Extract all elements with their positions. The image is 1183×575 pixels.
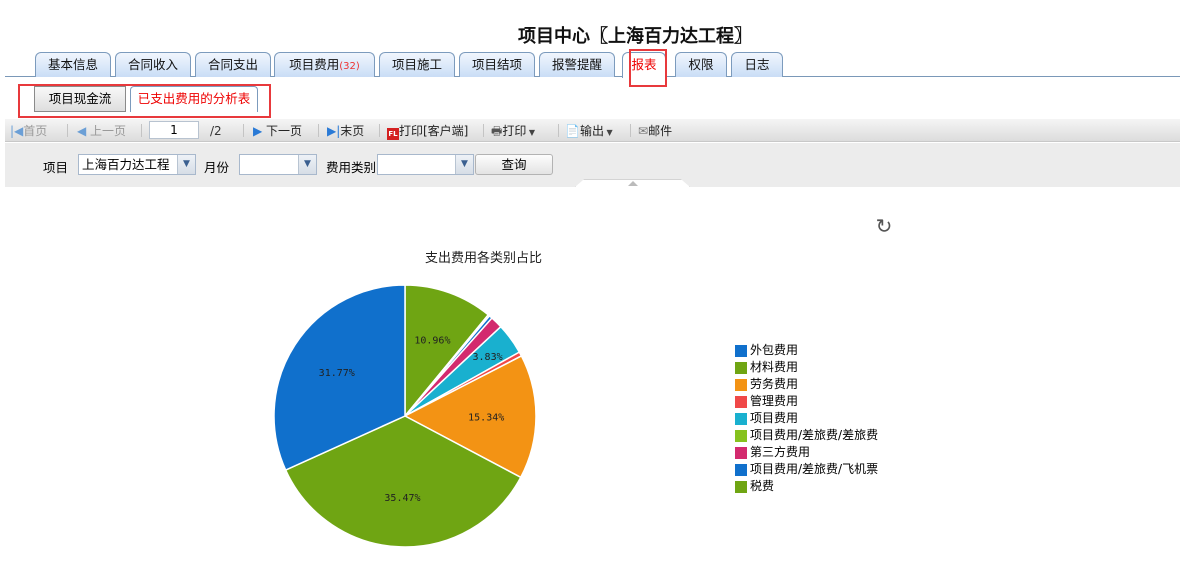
legend-swatch — [735, 429, 747, 442]
legend-item[interactable]: 材料费用 — [735, 359, 878, 376]
legend-swatch — [735, 463, 747, 476]
legend-swatch — [735, 378, 747, 391]
legend-item[interactable]: 第三方费用 — [735, 444, 878, 461]
legend-label: 第三方费用 — [750, 445, 811, 459]
legend-label: 项目费用/差旅费/飞机票 — [750, 462, 879, 476]
legend-label: 项目费用 — [750, 411, 799, 425]
slice-data-label: 15.34% — [468, 412, 504, 423]
chart-legend: 外包费用材料费用劳务费用管理费用项目费用项目费用/差旅费/差旅费 第三方费用项目费… — [735, 342, 878, 495]
legend-label: 劳务费用 — [750, 377, 799, 391]
legend-label: 管理费用 — [750, 394, 799, 408]
legend-label: 外包费用 — [750, 343, 799, 357]
legend-item[interactable]: 税费 — [735, 478, 878, 495]
slice-data-label: 3.83% — [473, 352, 503, 363]
legend-item[interactable]: 项目费用/差旅费/飞机票 — [735, 461, 878, 478]
slice-data-label: 31.77% — [319, 368, 355, 379]
legend-swatch — [735, 412, 747, 425]
legend-swatch — [735, 344, 747, 357]
legend-label: 税费 — [750, 479, 775, 493]
legend-item[interactable]: 项目费用 — [735, 410, 878, 427]
legend-item[interactable]: 管理费用 — [735, 393, 878, 410]
legend-swatch — [735, 395, 747, 408]
legend-label: 项目费用/差旅费/差旅费 — [750, 428, 879, 442]
legend-swatch — [735, 480, 747, 493]
legend-swatch — [735, 446, 747, 459]
legend-swatch — [735, 361, 747, 374]
legend-label: 材料费用 — [750, 360, 799, 374]
legend-item[interactable]: 项目费用/差旅费/差旅费 — [735, 427, 878, 444]
legend-item[interactable]: 劳务费用 — [735, 376, 878, 393]
slice-data-label: 35.47% — [384, 493, 420, 504]
legend-item[interactable]: 外包费用 — [735, 342, 878, 359]
pie-chart: 10.96% 3.83% 15.34% 35.47% 31.77% — [273, 284, 537, 548]
slice-data-label: 10.96% — [414, 336, 450, 347]
